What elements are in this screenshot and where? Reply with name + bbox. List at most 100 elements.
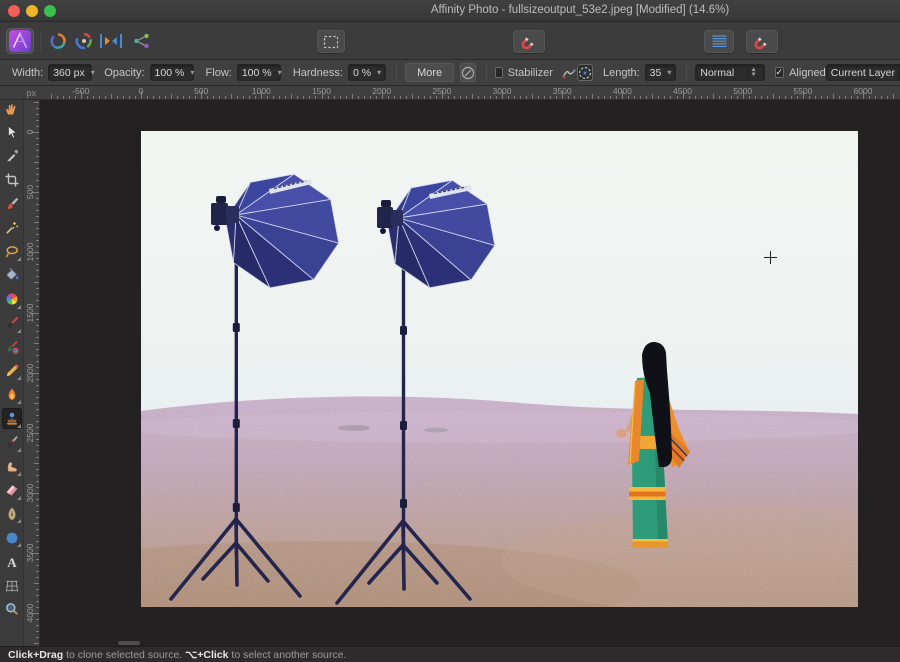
ruler-tick [839, 96, 840, 99]
brush-preview-button[interactable] [460, 63, 476, 82]
ruler-tick [544, 96, 545, 99]
ruler-label: 0 [139, 86, 144, 96]
tool-burn-brush[interactable] [2, 384, 22, 405]
snapping-toggle-button[interactable] [513, 30, 545, 53]
ruler-tick [538, 96, 539, 99]
brush-color-ring-icon [4, 339, 20, 355]
ruler-tick [36, 451, 39, 452]
tool-zoom[interactable] [2, 599, 22, 620]
ruler-label: 3500 [553, 86, 572, 96]
stabilizer-checkbox[interactable] [495, 67, 503, 78]
photo-persona-icon[interactable] [6, 28, 34, 54]
window-title: Affinity Photo - fullsizeoutput_53e2.jpe… [0, 4, 900, 16]
status-hint-action: Click+Drag [8, 649, 63, 661]
ruler-tick [478, 96, 479, 99]
layer-target-dropdown[interactable]: Current Layer [826, 64, 900, 81]
canvas-viewport[interactable] [40, 100, 900, 646]
ruler-tick [466, 96, 467, 99]
stepper-arrows-icon[interactable]: ▲▼ [747, 68, 760, 78]
tool-clone-brush[interactable] [2, 408, 22, 429]
ruler-tick [36, 457, 39, 458]
tool-pen[interactable] [2, 503, 22, 524]
tool-pixel[interactable] [2, 360, 22, 381]
ruler-tick [36, 409, 39, 410]
ruler-label: 1000 [252, 86, 271, 96]
marquee-selection-button[interactable] [317, 30, 345, 53]
tool-gradient[interactable] [2, 289, 22, 310]
develop-persona-icon[interactable] [70, 28, 98, 54]
flyout-triangle-icon [17, 376, 21, 380]
marquee-selection-icon [323, 35, 339, 49]
ruler-tick [231, 94, 232, 99]
tool-view[interactable] [2, 98, 22, 119]
tool-crop[interactable] [2, 170, 22, 191]
vertical-ruler[interactable]: 05001000150020002500300035004000 [24, 100, 40, 646]
ruler-tick [123, 96, 124, 99]
ruler-label: -500 [72, 86, 89, 96]
flyout-triangle-icon [17, 305, 21, 309]
opacity-dropdown[interactable]: 100 % ▾ [150, 64, 194, 81]
tool-ellipse-shape[interactable] [2, 527, 22, 548]
tool-colour-replacement-brush[interactable] [2, 337, 22, 358]
ruler-tick [376, 96, 377, 99]
ruler-tick [36, 631, 39, 632]
status-hint-text-2: to select another source. [228, 649, 346, 661]
tool-color-picker[interactable] [2, 146, 22, 167]
width-dropdown[interactable]: 360 px ▾ [48, 64, 92, 81]
window-stabilizer-button[interactable] [577, 64, 593, 81]
tool-freehand-selection[interactable] [2, 241, 22, 262]
ruler-tick [315, 96, 316, 99]
rope-stabilizer-button[interactable] [561, 64, 577, 81]
ruler-tick [36, 228, 39, 229]
ruler-tick [36, 517, 39, 518]
ruler-label: 4000 [25, 604, 35, 623]
ruler-tick [213, 96, 214, 99]
ruler-tick [652, 94, 653, 99]
ruler-tick [36, 559, 39, 560]
more-button-label: More [417, 67, 442, 79]
ruler-tick [430, 96, 431, 99]
hardness-dropdown[interactable]: 0 % ▾ [348, 64, 386, 81]
photo-canvas[interactable] [141, 131, 858, 607]
tool-flood-fill[interactable] [2, 265, 22, 286]
ruler-tick [436, 96, 437, 99]
horizontal-scrollbar-thumb[interactable] [118, 641, 140, 645]
tool-selection-brush[interactable] [2, 193, 22, 214]
snapping-options-button[interactable] [746, 30, 778, 53]
tool-undo-brush[interactable] [2, 432, 22, 453]
ruler-tick [634, 96, 635, 99]
tool-mesh-warp[interactable] [2, 575, 22, 596]
ruler-tick [773, 94, 774, 99]
blend-mode-dropdown[interactable]: Normal ▲▼ [695, 64, 764, 81]
context-separator [686, 64, 687, 82]
horizontal-ruler[interactable]: -500050010001500200025003000350040004500… [40, 86, 900, 100]
tool-erase-brush[interactable] [2, 480, 22, 501]
export-persona-icon[interactable] [128, 28, 156, 54]
ruler-tick [36, 210, 39, 211]
ruler-tick [779, 96, 780, 99]
tool-flood-select[interactable] [2, 217, 22, 238]
ruler-tick [412, 94, 413, 99]
ruler-tick [701, 96, 702, 99]
tool-text[interactable]: A [2, 551, 22, 572]
liquify-persona-icon[interactable] [44, 28, 72, 54]
aligned-checkbox[interactable]: ✓ [775, 67, 785, 78]
ruler-tick [881, 96, 882, 99]
tool-smudge[interactable] [2, 456, 22, 477]
tone-mapping-persona-icon[interactable] [96, 28, 126, 54]
ruler-tick [34, 583, 39, 584]
ruler-tick [36, 126, 39, 127]
ruler-tick [36, 361, 39, 362]
ruler-tick [177, 96, 178, 99]
length-label: Length: [603, 67, 640, 79]
ruler-label: 4000 [613, 86, 632, 96]
chevron-down-icon: ▾ [371, 68, 381, 77]
tool-move[interactable] [2, 122, 22, 143]
ruler-tick [851, 96, 852, 99]
tool-paint-brush[interactable] [2, 313, 22, 334]
length-dropdown[interactable]: 35 ▾ [645, 64, 677, 81]
assistant-button[interactable] [704, 30, 734, 53]
ruler-tick [616, 96, 617, 99]
more-button[interactable]: More [405, 63, 454, 82]
flow-dropdown[interactable]: 100 % ▾ [237, 64, 281, 81]
